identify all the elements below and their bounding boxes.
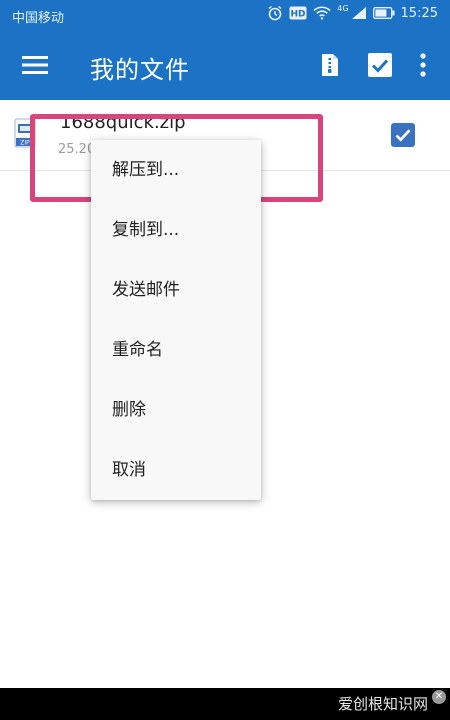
- menu-item-send-email[interactable]: 发送邮件: [91, 260, 261, 320]
- alarm-icon: [268, 5, 282, 21]
- menu-item-extract-to[interactable]: 解压到...: [91, 140, 261, 200]
- hd-icon: HD: [289, 6, 307, 20]
- app-bar: 我的文件: [0, 30, 450, 100]
- carrier-name: 中国移动: [12, 11, 65, 26]
- signal-icon: [351, 7, 366, 19]
- page-title: 我的文件: [90, 56, 190, 84]
- menu-item-cancel[interactable]: 取消: [91, 440, 261, 500]
- battery-icon: [372, 7, 395, 19]
- menu-item-delete[interactable]: 删除: [91, 380, 261, 440]
- file-checkbox[interactable]: [391, 123, 415, 147]
- wifi-icon: [313, 6, 331, 20]
- menu-item-copy-to[interactable]: 复制到...: [91, 200, 261, 260]
- status-icons: HD 4G 15:25: [267, 3, 438, 21]
- svg-text:HD: HD: [291, 10, 306, 20]
- menu-icon[interactable]: [22, 54, 48, 76]
- context-menu: 解压到... 复制到... 发送邮件 重命名 删除 取消: [91, 140, 261, 500]
- select-check-icon[interactable]: [366, 51, 394, 79]
- zip-file-icon[interactable]: [316, 51, 344, 79]
- status-time: 15:25: [400, 5, 438, 21]
- menu-item-rename[interactable]: 重命名: [91, 320, 261, 380]
- network-type: 4G: [337, 3, 349, 13]
- watermark-text: 爱创根知识网: [337, 695, 428, 713]
- close-icon[interactable]: ✕: [432, 690, 446, 704]
- more-vert-icon[interactable]: [409, 51, 437, 79]
- status-bar: 中国移动 HD 4G 15:25: [0, 0, 450, 30]
- svg-text:ZIP: ZIP: [20, 140, 30, 147]
